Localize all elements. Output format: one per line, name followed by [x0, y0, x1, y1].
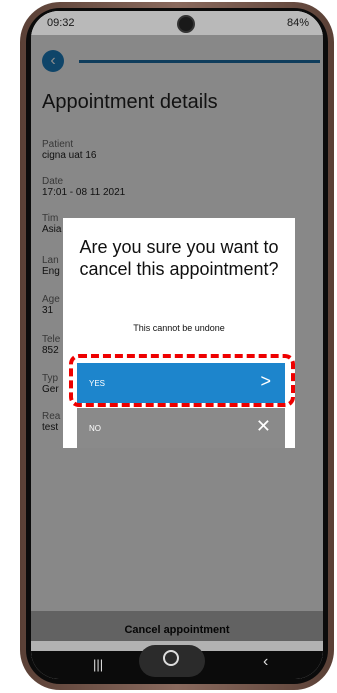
dialog-subtitle: This cannot be undone [133, 323, 225, 333]
status-backdrop [31, 11, 323, 35]
recent-apps-icon[interactable]: ||| [93, 657, 103, 672]
no-label: NO [89, 424, 101, 433]
confirm-dialog: Are you sure you want to cancel this app… [63, 218, 295, 448]
back-nav-icon[interactable]: ‹ [263, 653, 268, 671]
home-button[interactable] [139, 645, 205, 677]
navigation-bar: ||| ‹ [31, 645, 323, 679]
no-button[interactable]: NO ✕ [77, 408, 285, 448]
close-icon: ✕ [255, 416, 271, 436]
yes-highlight-outline [69, 354, 295, 407]
dialog-question: Are you sure you want to cancel this app… [79, 237, 279, 279]
phone-screen: 09:32 84% ‹ Appointment details Patient … [31, 11, 323, 679]
home-icon [163, 650, 179, 666]
